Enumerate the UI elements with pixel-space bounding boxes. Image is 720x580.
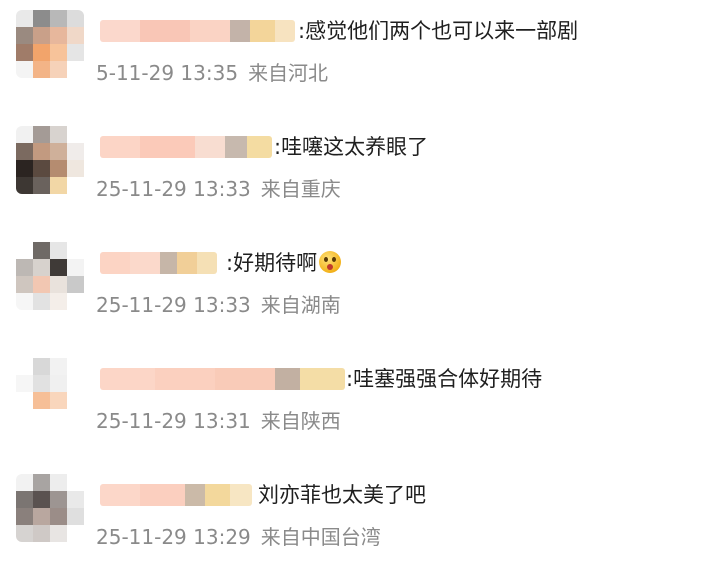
comment-item[interactable]: 刘亦菲也太美了吧 25-11-29 13:29 来自中国台湾 bbox=[0, 464, 720, 580]
comment-text: :感觉他们两个也可以来一部剧 bbox=[298, 19, 579, 43]
comment-text-body: :好期待啊 bbox=[226, 251, 318, 275]
comment-text: :哇噻这太养眼了 bbox=[274, 135, 429, 159]
username-blurred[interactable] bbox=[100, 136, 272, 158]
comment-time: 25-11-29 13:33 bbox=[96, 177, 251, 201]
avatar[interactable] bbox=[16, 126, 84, 194]
surprised-face-emoji-icon bbox=[319, 251, 342, 273]
comment-meta: 25-11-29 13:31 来自陕西 bbox=[96, 406, 341, 436]
username-blurred[interactable] bbox=[100, 368, 345, 390]
avatar[interactable] bbox=[16, 358, 84, 426]
comment-location: 来自陕西 bbox=[260, 409, 341, 433]
comment-item[interactable]: :哇噻这太养眼了 25-11-29 13:33 来自重庆 bbox=[0, 116, 720, 232]
avatar[interactable] bbox=[16, 242, 84, 310]
comment-meta: 25-11-29 13:33 来自重庆 bbox=[96, 174, 341, 204]
avatar[interactable] bbox=[16, 10, 84, 78]
comment-meta: 25-11-29 13:29 来自中国台湾 bbox=[96, 522, 381, 552]
comment-text: :哇塞强强合体好期待 bbox=[346, 367, 543, 391]
comment-time: 5-11-29 13:35 bbox=[96, 61, 239, 85]
username-blurred[interactable] bbox=[100, 252, 217, 274]
comment-item[interactable]: :好期待啊 25-11-29 13:33 来自湖南 bbox=[0, 232, 720, 348]
comment-meta: 5-11-29 13:35 来自河北 bbox=[96, 58, 328, 88]
comment-text: :好期待啊 bbox=[226, 246, 342, 280]
username-blurred[interactable] bbox=[100, 20, 295, 42]
comment-meta: 25-11-29 13:33 来自湖南 bbox=[96, 290, 341, 320]
comment-text: 刘亦菲也太美了吧 bbox=[258, 483, 426, 507]
comment-time: 25-11-29 13:29 bbox=[96, 525, 251, 549]
username-blurred[interactable] bbox=[100, 484, 252, 506]
avatar[interactable] bbox=[16, 474, 84, 542]
comment-item[interactable]: :感觉他们两个也可以来一部剧 5-11-29 13:35 来自河北 bbox=[0, 0, 720, 116]
comment-time: 25-11-29 13:31 bbox=[96, 409, 251, 433]
comment-location: 来自河北 bbox=[248, 61, 329, 85]
comment-item[interactable]: :哇塞强强合体好期待 25-11-29 13:31 来自陕西 bbox=[0, 348, 720, 464]
comment-location: 来自重庆 bbox=[260, 177, 341, 201]
comment-time: 25-11-29 13:33 bbox=[96, 293, 251, 317]
comment-location: 来自湖南 bbox=[260, 293, 341, 317]
comment-location: 来自中国台湾 bbox=[260, 525, 381, 549]
